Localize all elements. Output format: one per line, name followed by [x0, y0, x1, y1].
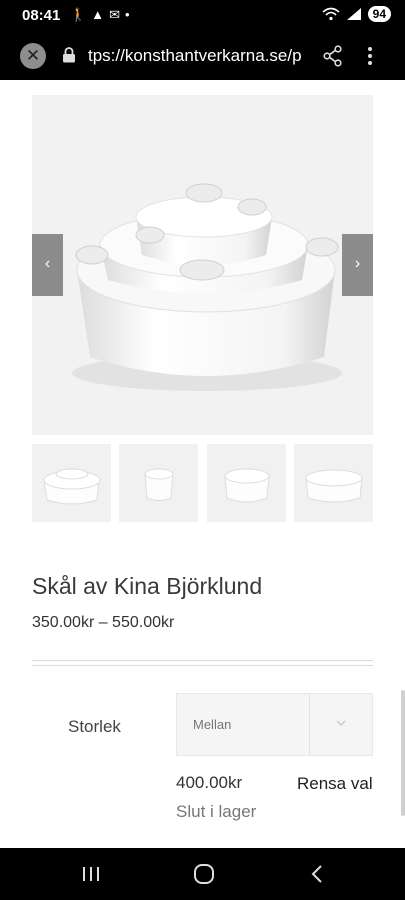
thumbnail-1[interactable] — [32, 444, 111, 522]
warning-icon: ▲ — [91, 7, 105, 22]
size-select-value: Mellan — [193, 717, 232, 732]
select-separator — [309, 694, 310, 755]
size-label: Storlek — [68, 717, 121, 736]
thumbnail-image — [32, 444, 111, 522]
url-bar[interactable]: tps://konsthantverkarna.se/p — [88, 46, 308, 66]
signal-icon — [346, 8, 361, 20]
recent-apps-icon[interactable] — [80, 866, 102, 882]
lock-icon[interactable] — [62, 47, 76, 63]
product-title: Skål av Kina Björklund — [32, 573, 263, 599]
status-bar: 08:41 🚶 ▲ ✉ • 94 — [0, 0, 405, 32]
dot-icon: • — [124, 7, 130, 22]
battery-level: 94 — [367, 6, 391, 22]
thumbnail-image — [207, 444, 286, 522]
variant-price: 400.00kr — [176, 773, 243, 792]
bowls-illustration — [32, 95, 373, 435]
share-icon[interactable] — [322, 45, 344, 67]
divider — [32, 660, 373, 661]
wifi-icon — [322, 7, 340, 21]
chevron-down-icon — [336, 720, 346, 726]
product-main-image[interactable] — [32, 95, 373, 435]
system-icons: 94 — [322, 6, 391, 22]
status-time: 08:41 — [22, 7, 61, 24]
close-tab-button[interactable]: ✕ — [20, 43, 46, 69]
mail-icon: ✉ — [109, 7, 120, 22]
gallery-next-button[interactable]: › — [342, 234, 373, 296]
thumbnail-image — [294, 444, 373, 522]
product-price-range: 350.00kr – 550.00kr — [32, 614, 175, 631]
walking-icon: 🚶 — [70, 7, 87, 22]
browser-bar: ✕ tps://konsthantverkarna.se/p — [0, 32, 405, 80]
divider — [32, 665, 373, 666]
thumbnail-image — [119, 444, 198, 522]
scrollbar[interactable] — [401, 690, 405, 816]
notification-icons: 🚶 ▲ ✉ • — [70, 7, 130, 23]
more-options-icon[interactable] — [366, 44, 374, 68]
home-icon[interactable] — [193, 863, 215, 885]
thumbnail-2[interactable] — [119, 444, 198, 522]
thumbnail-strip — [32, 444, 373, 522]
reset-selection-link[interactable]: Rensa val — [297, 774, 373, 794]
thumbnail-3[interactable] — [207, 444, 286, 522]
thumbnail-4[interactable] — [294, 444, 373, 522]
system-nav-bar — [0, 848, 405, 900]
stock-status: Slut i lager — [176, 802, 257, 821]
gallery-prev-button[interactable]: ‹ — [32, 234, 63, 296]
size-select[interactable]: Mellan — [176, 693, 373, 756]
back-icon[interactable] — [310, 864, 324, 884]
